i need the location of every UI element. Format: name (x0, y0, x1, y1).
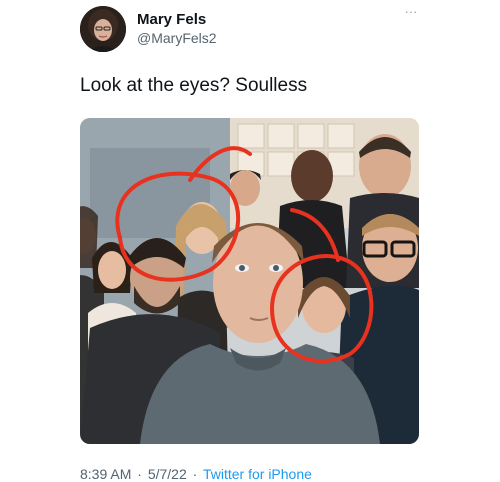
meta-separator: · (192, 466, 198, 482)
tweet-card: Mary Fels @MaryFels2 ··· Look at the eye… (0, 0, 500, 482)
tweet-time[interactable]: 8:39 AM (80, 466, 131, 482)
tweet-photo[interactable] (80, 118, 419, 444)
tweet-source-link[interactable]: Twitter for iPhone (203, 466, 312, 482)
avatar[interactable] (80, 6, 126, 52)
more-options-icon[interactable]: ··· (400, 5, 422, 23)
display-name[interactable]: Mary Fels (137, 11, 206, 28)
user-handle[interactable]: @MaryFels2 (137, 30, 217, 46)
meta-separator: · (137, 466, 142, 482)
tweet-meta: 8:39 AM · 5/7/22 · Twitter for iPhone (80, 466, 312, 482)
tweet-text: Look at the eyes? Soulless (80, 75, 308, 96)
tweet-date[interactable]: 5/7/22 (148, 466, 187, 482)
